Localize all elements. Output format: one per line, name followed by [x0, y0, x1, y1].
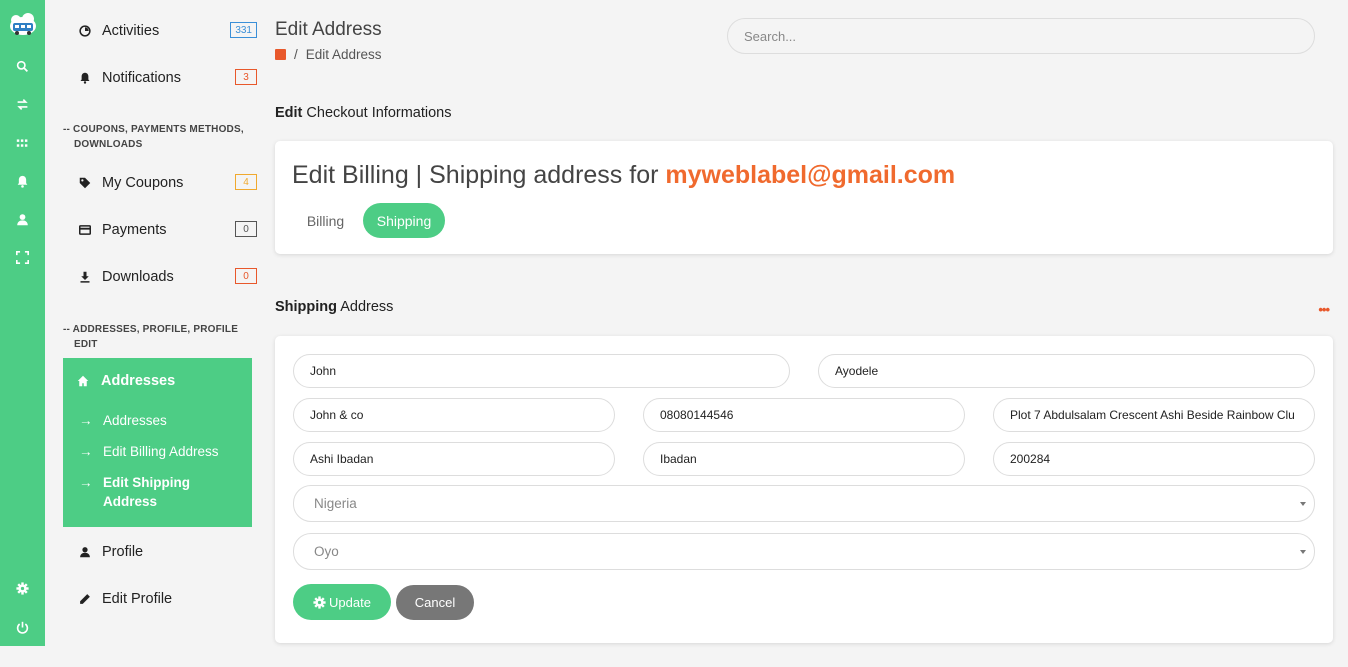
pencil-icon	[77, 591, 93, 607]
tab-billing[interactable]: Billing	[293, 203, 358, 238]
sidebar-item-label: Addresses	[101, 373, 176, 389]
count-badge: 0	[235, 221, 257, 237]
sidebar-item-label: Edit Profile	[102, 591, 173, 607]
checkout-card: Edit Billing | Shipping address for mywe…	[275, 141, 1333, 254]
chevron-down-icon	[1300, 550, 1306, 554]
state-select-value: Oyo	[314, 544, 339, 559]
download-icon	[77, 269, 93, 285]
last-name-field[interactable]: Ayodele	[818, 354, 1315, 388]
breadcrumb-separator: /	[294, 47, 298, 62]
breadcrumb-current: Edit Address	[305, 47, 382, 62]
sidebar-active-group-addresses: Addresses → Addresses → Edit Billing Add…	[63, 358, 252, 527]
country-select[interactable]: Nigeria	[293, 485, 1315, 522]
first-name-field[interactable]: John	[293, 354, 790, 388]
sidebar-subitem-addresses[interactable]: → Addresses	[79, 411, 167, 430]
sidebar-item-label: Activities	[102, 23, 160, 39]
section-heading-line: -- ADDRESSES, PROFILE, PROFILE	[63, 324, 239, 335]
count-badge: 4	[235, 174, 257, 190]
arrow-right-icon: →	[79, 444, 93, 459]
shipping-address-card: John Ayodele John & co 08080144546 Plot …	[275, 336, 1333, 643]
sidebar-subitem-label: Addresses	[103, 413, 167, 428]
shipping-section-title: Shipping Address	[275, 299, 393, 315]
sidebar-item-notifications[interactable]: Notifications 3	[63, 60, 269, 96]
sidebar-subitem-label: Address	[103, 494, 158, 509]
section-heading-line: -- COUPONS, PAYMENTS METHODS,	[63, 124, 244, 135]
sidebar-subitem-edit-billing-address[interactable]: → Edit Billing Address	[79, 442, 219, 461]
tab-shipping[interactable]: Shipping	[363, 203, 445, 238]
sidebar-section-heading: -- ADDRESSES, PROFILE, PROFILE EDIT	[63, 322, 263, 352]
account-email: myweblabel@gmail.com	[665, 161, 956, 189]
street-address-field[interactable]: Plot 7 Abdulsalam Crescent Ashi Beside R…	[993, 398, 1315, 432]
gear-icon[interactable]	[0, 578, 45, 598]
bell-icon[interactable]	[0, 171, 45, 191]
fullscreen-icon[interactable]	[0, 247, 45, 267]
arrow-right-icon: →	[79, 413, 93, 428]
section-title-bold: Shipping	[275, 299, 338, 315]
count-badge: 0	[235, 268, 257, 284]
sidebar-item-label: Profile	[102, 544, 144, 560]
count-badge: 3	[235, 69, 257, 85]
sidebar-subitem-label: Edit Shipping	[103, 475, 190, 490]
chevron-down-icon	[1300, 502, 1306, 506]
tag-icon	[77, 175, 93, 191]
sidebar: Activities 331 Notifications 3 -- COUPON…	[45, 0, 275, 667]
sidebar-item-label: Notifications	[102, 70, 181, 86]
checkout-section-title: Edit Checkout Informations	[275, 105, 452, 121]
count-badge: 331	[230, 22, 257, 38]
sidebar-item-label: My Coupons	[102, 175, 184, 191]
search-icon[interactable]	[0, 56, 45, 76]
update-button-label: Update	[329, 594, 371, 610]
power-icon[interactable]	[0, 617, 45, 637]
search-input[interactable]	[727, 18, 1315, 54]
grid-icon[interactable]	[0, 133, 45, 153]
more-options-icon[interactable]: •••	[1318, 302, 1330, 317]
sidebar-subitem-edit-shipping-address[interactable]: → Edit Shipping Address	[79, 473, 190, 511]
user-icon	[77, 544, 93, 560]
gear-icon	[313, 595, 326, 609]
logo-icon[interactable]	[8, 12, 38, 38]
country-select-value: Nigeria	[314, 496, 357, 511]
arrow-right-icon: →	[79, 475, 93, 490]
sidebar-item-my-coupons[interactable]: My Coupons 4	[63, 165, 269, 201]
sidebar-item-addresses[interactable]: Addresses	[77, 373, 175, 389]
sidebar-item-activities[interactable]: Activities 331	[63, 13, 269, 49]
address-line2-field[interactable]: Ashi Ibadan	[293, 442, 615, 476]
swap-icon[interactable]	[0, 94, 45, 114]
sidebar-subitem-label: Edit Billing Address	[103, 444, 219, 459]
phone-field[interactable]: 08080144546	[643, 398, 965, 432]
card-icon	[77, 222, 93, 238]
bell-icon	[77, 70, 93, 86]
page-title: Edit Address	[275, 19, 382, 40]
breadcrumb: / Edit Address	[275, 47, 382, 62]
section-title-bold: Edit	[275, 105, 303, 121]
user-icon[interactable]	[0, 209, 45, 229]
activity-icon	[77, 23, 93, 39]
company-field[interactable]: John & co	[293, 398, 615, 432]
sidebar-item-profile[interactable]: Profile	[63, 534, 269, 570]
state-select[interactable]: Oyo	[293, 533, 1315, 570]
section-title-rest: Address	[337, 299, 394, 315]
cancel-button[interactable]: Cancel	[396, 585, 474, 620]
postcode-field[interactable]: 200284	[993, 442, 1315, 476]
sidebar-item-edit-profile[interactable]: Edit Profile	[63, 581, 269, 617]
address-heading-prefix: Edit Billing | Shipping address for	[292, 161, 666, 189]
chart-icon[interactable]	[275, 49, 286, 60]
sidebar-item-label: Downloads	[102, 269, 174, 285]
section-title-rest: Checkout Informations	[302, 105, 452, 121]
sidebar-item-label: Payments	[102, 222, 167, 238]
main-content: Edit Address / Edit Address Edit Checkou…	[275, 0, 1348, 667]
section-heading-line: DOWNLOADS	[74, 139, 143, 150]
section-heading-line: EDIT	[74, 339, 98, 350]
sidebar-item-downloads[interactable]: Downloads 0	[63, 259, 269, 295]
icon-rail	[0, 0, 45, 646]
city-field[interactable]: Ibadan	[643, 442, 965, 476]
update-button[interactable]: Update	[293, 584, 391, 620]
sidebar-item-payments[interactable]: Payments 0	[63, 212, 269, 248]
address-heading: Edit Billing | Shipping address for mywe…	[292, 161, 955, 190]
sidebar-section-heading: -- COUPONS, PAYMENTS METHODS, DOWNLOADS	[63, 122, 263, 152]
home-icon	[77, 375, 89, 387]
